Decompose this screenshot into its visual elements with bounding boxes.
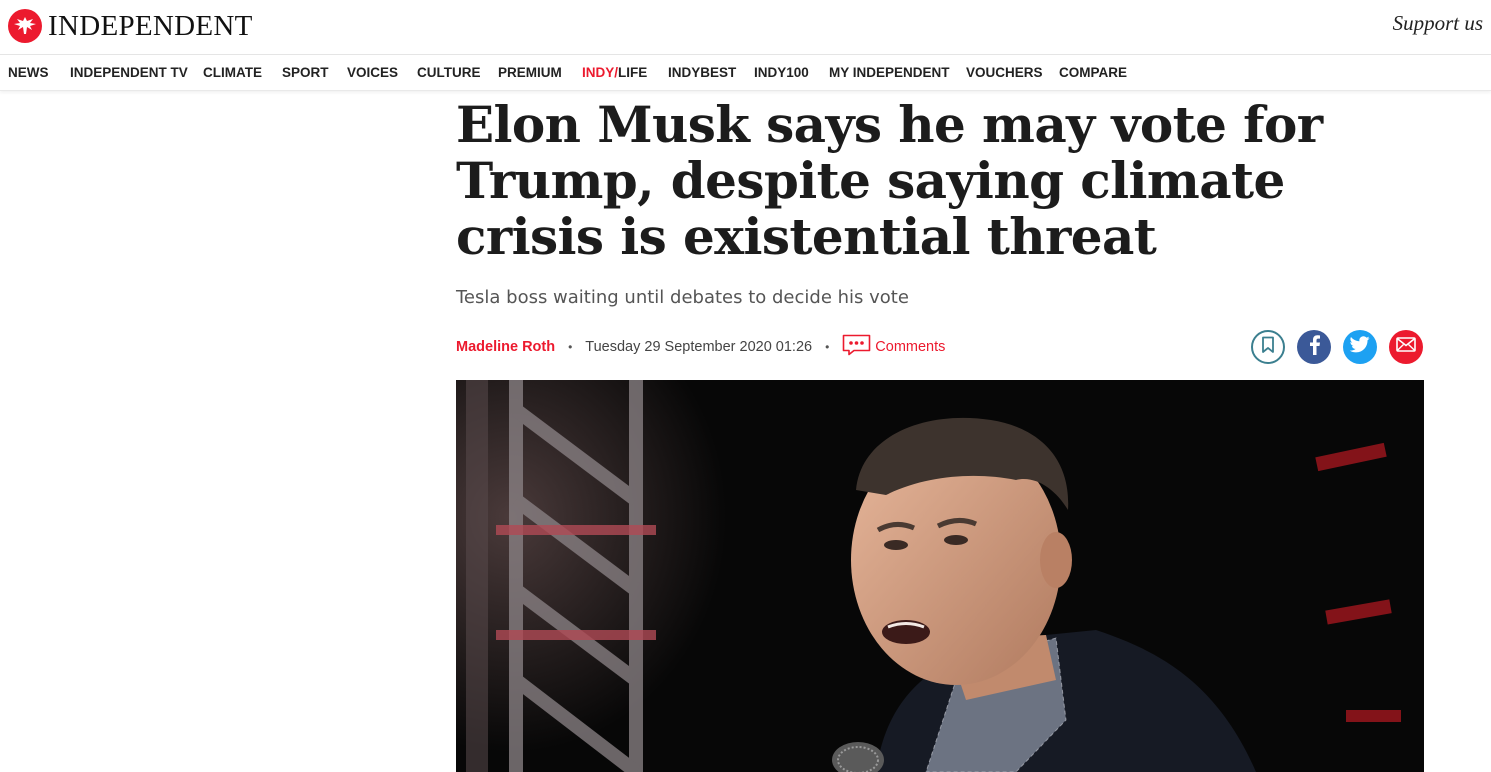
site-logo[interactable]: INDEPENDENT <box>8 9 253 43</box>
comments-label: Comments <box>875 339 946 355</box>
twitter-share-button[interactable] <box>1343 330 1377 364</box>
nav-item-my-independent[interactable]: MY INDEPENDENT <box>829 65 950 80</box>
twitter-icon <box>1349 336 1370 358</box>
nav-item-culture[interactable]: CULTURE <box>417 65 481 80</box>
support-us-link[interactable]: Support us <box>1393 11 1483 36</box>
nav-item-life-text: LIFE <box>618 65 648 80</box>
nav-item-premium[interactable]: PREMIUM <box>498 65 562 80</box>
author-link[interactable]: Madeline Roth <box>456 339 555 355</box>
comments-link[interactable]: Comments <box>842 334 945 360</box>
email-share-button[interactable] <box>1389 330 1423 364</box>
byline-separator: • <box>568 340 573 354</box>
nav-item-sport[interactable]: SPORT <box>282 65 329 80</box>
facebook-share-button[interactable] <box>1297 330 1331 364</box>
facebook-icon <box>1307 334 1321 360</box>
nav-item-climate[interactable]: CLIMATE <box>203 65 262 80</box>
publish-date: Tuesday 29 September 2020 01:26 <box>585 339 813 355</box>
bookmark-icon <box>1261 336 1275 359</box>
article-headline: Elon Musk says he may vote for Trump, de… <box>456 95 1323 266</box>
article-standfirst: Tesla boss waiting until debates to deci… <box>456 287 909 308</box>
nav-item-news[interactable]: NEWS <box>8 65 49 80</box>
article-hero-image <box>456 380 1424 772</box>
main-navigation: NEWS INDEPENDENT TV CLIMATE SPORT VOICES… <box>0 56 1491 91</box>
nav-item-indy-accent: INDY/ <box>582 65 619 80</box>
article-byline: Madeline Roth • Tuesday 29 September 202… <box>456 334 945 360</box>
nav-item-indy-life[interactable]: INDY/LIFE <box>582 65 647 80</box>
logo-wordmark: INDEPENDENT <box>48 10 253 42</box>
comment-bubble-icon <box>842 334 871 360</box>
hero-photo-illustration <box>456 380 1424 772</box>
bookmark-button[interactable] <box>1251 330 1285 364</box>
nav-item-indy100[interactable]: INDY100 <box>754 65 809 80</box>
nav-item-voices[interactable]: VOICES <box>347 65 398 80</box>
email-icon <box>1396 337 1416 357</box>
nav-item-indybest[interactable]: INDYBEST <box>668 65 736 80</box>
nav-item-vouchers[interactable]: VOUCHERS <box>966 65 1043 80</box>
eagle-logo-icon <box>8 9 42 43</box>
nav-item-independent-tv[interactable]: INDEPENDENT TV <box>70 65 188 80</box>
site-header: INDEPENDENT Support us <box>0 0 1491 55</box>
byline-separator: • <box>825 340 830 354</box>
nav-item-compare[interactable]: COMPARE <box>1059 65 1127 80</box>
